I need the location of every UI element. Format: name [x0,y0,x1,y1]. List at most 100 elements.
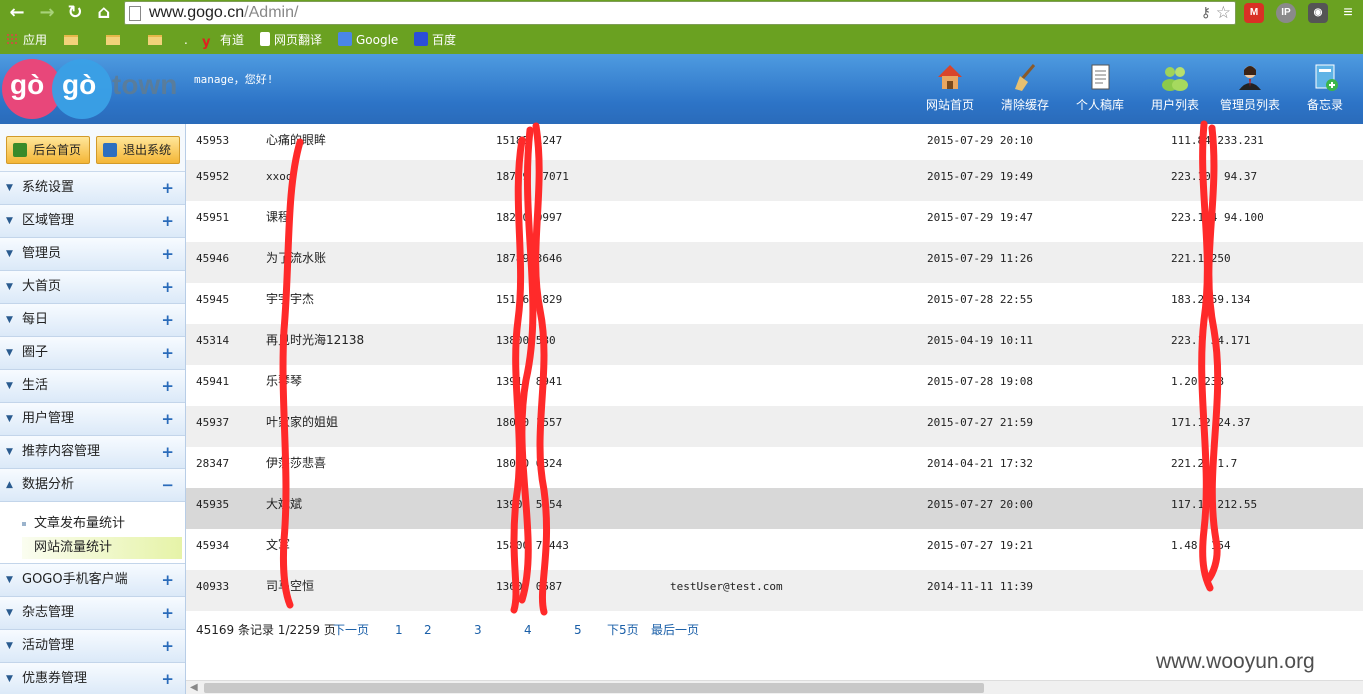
bookmark-dot[interactable]: . [184,31,188,49]
table-row-hovered: 45935 大斌斌 13905 5154 2015-07-27 20:00 11… [186,488,1363,529]
expand-plus-icon[interactable]: + [161,304,174,336]
cell-username: 课程 [266,210,291,224]
expand-plus-icon[interactable]: + [161,238,174,270]
bookmark-folder-2[interactable] [106,31,124,49]
page-icon [129,6,141,21]
gogotown-logo[interactable]: gò gò town [0,57,190,121]
sidebar-item-system-settings[interactable]: ▼ 系统设置 + [0,172,185,205]
sidebar-item-magazine[interactable]: ▼ 杂志管理 + [0,597,185,630]
tool-memo[interactable]: 备忘录 [1290,62,1360,118]
wooyun-watermark: www.wooyun.org [1156,650,1315,673]
bookmark-star-icon[interactable]: ☆ [1216,3,1231,23]
page-link-5[interactable]: 5 [574,616,582,644]
sidebar-item-data-analysis[interactable]: ▲ 数据分析 − [0,469,185,502]
expand-plus-icon[interactable]: + [161,403,174,435]
forward-arrow-icon[interactable]: → [36,2,58,24]
cell-phone: 18789 3646 [496,252,563,265]
tool-site-home[interactable]: 网站首页 [915,62,985,118]
bookmark-youdao[interactable]: y 有道 [202,31,244,50]
address-bar[interactable]: www.gogo.cn/Admin/ ⚷ ☆ [124,1,1236,25]
sidebar-item-main-home[interactable]: ▼ 大首页 + [0,271,185,304]
bookmark-baidu[interactable]: 百度 [414,31,456,49]
sidebar-item-user-management[interactable]: ▼ 用户管理 + [0,403,185,436]
expand-plus-icon[interactable]: + [161,271,174,303]
page-link-3[interactable]: 3 [474,616,482,644]
logo-text-a: gò [10,69,45,100]
google-icon [338,32,352,46]
cell-time: 2015-07-28 22:55 [927,293,1033,306]
cell-phone: 15800 72443 [496,539,569,552]
tool-personal-drafts[interactable]: 个人稿库 [1065,62,1135,118]
expand-plus-icon[interactable]: + [161,436,174,468]
key-icon[interactable]: ⚷ [1201,5,1211,21]
page-link-2[interactable]: 2 [424,616,432,644]
expand-plus-icon[interactable]: + [161,205,174,237]
sidebar-item-region[interactable]: ▼ 区域管理 + [0,205,185,238]
sub-item-traffic-stats[interactable]: 网站流量统计 [22,537,182,559]
cell-phone: 13905 5154 [496,498,563,511]
cell-ip: 223.1 34.171 [1171,334,1251,347]
expand-plus-icon[interactable]: + [161,370,174,402]
bookmark-translate[interactable]: 网页翻译 [260,31,322,49]
tool-admin-list[interactable]: 管理员列表 [1215,62,1285,118]
horizontal-scrollbar[interactable]: ◀ [186,680,1363,694]
last-page-link[interactable]: 最后一页 [651,616,699,644]
reload-icon[interactable]: ↻ [64,2,86,24]
sub-item-article-stats[interactable]: 文章发布量统计 [22,513,182,535]
sidebar-item-events[interactable]: ▼ 活动管理 + [0,630,185,663]
broom-icon [1015,64,1036,91]
cell-time: 2015-07-29 11:26 [927,252,1033,265]
cell-username: 文军 [266,538,291,552]
pagination: 45169 条记录 1/2259 页 下一页 1 2 3 4 5 下5页 最后一… [186,616,1363,644]
bookmark-folder-1[interactable] [64,31,82,49]
back-arrow-icon[interactable]: ← [6,2,28,24]
table-row: 45314 再见时光海12138 13800 580 2015-04-19 10… [186,324,1363,365]
tool-user-list[interactable]: 用户列表 [1140,62,1210,118]
cell-username: 乐琴琴 [266,374,303,388]
logo-text-town: town [112,69,178,100]
logout-button[interactable]: 退出系统 [96,136,180,164]
expand-plus-icon[interactable]: + [161,597,174,629]
cell-username: 宇宇宇杰 [266,292,315,306]
bookmark-google[interactable]: Google [338,31,398,49]
sidebar-item-coupons[interactable]: ▼ 优惠券管理 + [0,663,185,694]
page-link-1[interactable]: 1 [395,616,403,644]
bullet-icon [22,522,26,526]
sidebar-item-recommended[interactable]: ▼ 推荐内容管理 + [0,436,185,469]
cell-phone: 18280 0997 [496,211,563,224]
page-link-4[interactable]: 4 [524,616,532,644]
sidebar: 后台首页 退出系统 ▼ 系统设置 + ▼ 区域管理 + ▼ 管理员 + ▼ 大首页 + ▼ 每日 +… [0,124,186,694]
sidebar-item-mobile-client[interactable]: ▼ GOGO手机客户端 + [0,564,185,597]
bookmark-folder-3[interactable] [148,31,166,49]
sidebar-item-admins[interactable]: ▼ 管理员 + [0,238,185,271]
scroll-left-arrow-icon[interactable]: ◀ [190,682,198,693]
ip-extension-icon[interactable]: IP [1276,3,1296,23]
user-table: 45953 心痛的眼眸 15185 1247 2015-07-29 20:10 … [186,124,1363,680]
cell-time: 2015-07-27 21:59 [927,416,1033,429]
sidebar-item-life[interactable]: ▼ 生活 + [0,370,185,403]
home-up-icon [13,143,27,157]
menu-icon[interactable]: ≡ [1338,3,1358,23]
expand-plus-icon[interactable]: + [161,663,174,694]
scrollbar-thumb[interactable] [204,683,984,693]
camera-icon[interactable]: ◉ [1308,3,1328,23]
next-page-link[interactable]: 下一页 [333,616,369,644]
collapse-minus-icon[interactable]: − [161,469,174,501]
sidebar-item-circles[interactable]: ▼ 圈子 + [0,337,185,370]
home-icon[interactable]: ⌂ [93,2,115,24]
expand-plus-icon[interactable]: + [161,564,174,596]
cell-ip: 171.12 24.37 [1171,416,1251,429]
expand-plus-icon[interactable]: + [161,172,174,204]
tool-clear-cache[interactable]: 清除缓存 [990,62,1060,118]
bookmark-apps[interactable]: 应用 [6,31,47,49]
sidebar-item-daily[interactable]: ▼ 每日 + [0,304,185,337]
browser-nav-row: ← → ↻ ⌂ www.gogo.cn/Admin/ ⚷ ☆ M IP ◉ ≡ [0,0,1363,26]
next-5-pages-link[interactable]: 下5页 [607,616,639,644]
bookmarks-bar: 应用 . y 有道 网页翻译 Google 百度 [0,28,1363,52]
expand-plus-icon[interactable]: + [161,337,174,369]
cell-id: 45935 [196,498,230,511]
admin-user-icon [1239,66,1261,90]
gmail-icon[interactable]: M [1244,3,1264,23]
admin-home-button[interactable]: 后台首页 [6,136,90,164]
expand-plus-icon[interactable]: + [161,630,174,662]
